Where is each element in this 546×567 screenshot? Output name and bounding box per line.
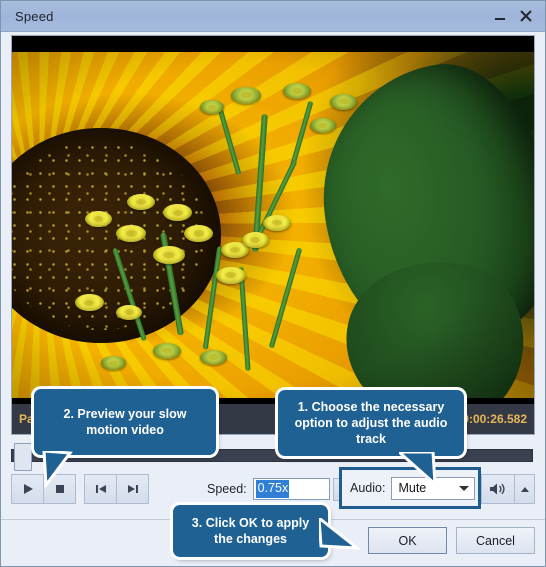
timecode-display: 0:00:26.582 (462, 412, 527, 426)
seek-thumb[interactable] (14, 443, 32, 471)
speed-label: Speed: (207, 482, 247, 496)
chevron-down-icon (459, 485, 470, 491)
video-preview-panel[interactable]: Pa 0:00:26.582 (11, 35, 535, 435)
audio-label: Audio: (350, 481, 386, 495)
speed-dialog-window: Speed Pa 0:00:26.582 Speed: 0.75x Audio:… (0, 0, 546, 567)
callout-ok-step: 3. Click OK to apply the changes (173, 505, 328, 557)
window-title: Speed (15, 8, 54, 24)
close-icon[interactable] (513, 4, 539, 28)
playback-status: Pa (19, 412, 34, 426)
speed-control: Speed: 0.75x ... (207, 477, 356, 501)
volume-speaker-button[interactable] (481, 474, 515, 504)
volume-expand-button[interactable] (515, 474, 535, 504)
chevron-up-icon (520, 486, 529, 492)
callout-audio-step: 1. Choose the necessary option to adjust… (278, 390, 464, 456)
ok-button[interactable]: OK (368, 527, 447, 554)
callout-preview-tail (42, 449, 76, 490)
minimize-icon[interactable] (487, 4, 513, 28)
cancel-button[interactable]: Cancel (456, 527, 535, 554)
callout-preview-step: 2. Preview your slow motion video (34, 389, 216, 455)
title-bar: Speed (1, 1, 545, 32)
video-surface (12, 52, 534, 398)
dialog-button-bar: OK Cancel (368, 527, 535, 554)
volume-controls (481, 474, 535, 504)
callout-audio-tail (395, 450, 439, 488)
callout-ok-tail (317, 514, 362, 552)
speed-input[interactable]: 0.75x (252, 478, 330, 500)
next-frame-button[interactable] (117, 474, 149, 504)
play-button[interactable] (11, 474, 44, 504)
speed-value[interactable]: 0.75x (255, 480, 290, 498)
frame-step-buttons (84, 474, 149, 504)
video-vignette (12, 52, 534, 398)
previous-frame-button[interactable] (84, 474, 117, 504)
player-controls: Speed: 0.75x ... Audio: Mute (11, 467, 535, 509)
